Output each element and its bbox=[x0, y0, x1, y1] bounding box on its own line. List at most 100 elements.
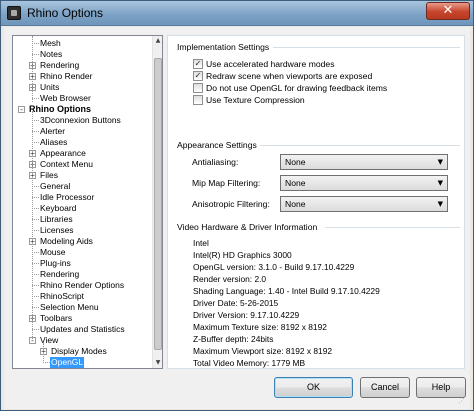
tree-scrollbar[interactable]: ▲ ▼ bbox=[152, 36, 162, 368]
tree-item-rendering[interactable]: + Rendering bbox=[13, 60, 153, 71]
antialiasing-label: Antialiasing: bbox=[192, 157, 239, 167]
checkbox[interactable] bbox=[193, 83, 203, 93]
tree-item-units[interactable]: + Units bbox=[13, 82, 153, 93]
tree-item-label: Display Modes bbox=[51, 346, 107, 356]
tree-item-aliases[interactable]: Aliases bbox=[13, 137, 153, 148]
tree-guide-line bbox=[43, 343, 44, 361]
dialog-client-area: Mesh Notes + Rendering + Rhino Render + Units We… bbox=[4, 27, 470, 409]
section-divider bbox=[273, 47, 460, 48]
tree-connector bbox=[32, 186, 39, 187]
video-hardware-heading: Video Hardware & Driver Information bbox=[177, 222, 318, 232]
tree-item-rhino-options[interactable]: - Rhino Options bbox=[13, 104, 153, 115]
tree-item-appearance[interactable]: + Appearance bbox=[13, 148, 153, 159]
tree-item-label: Context Menu bbox=[40, 159, 93, 169]
info-renderer: Intel(R) HD Graphics 3000 bbox=[193, 250, 292, 260]
tree-connector bbox=[32, 131, 39, 132]
tree-connector bbox=[32, 230, 39, 231]
rhino-app-icon bbox=[7, 6, 21, 20]
info-shading-language: Shading Language: 1.40 - Intel Build 9.1… bbox=[193, 286, 380, 296]
tree-item-licenses[interactable]: Licenses bbox=[13, 225, 153, 236]
tree-item-context-menu[interactable]: + Context Menu bbox=[13, 159, 153, 170]
tree-item-idle-processor[interactable]: Idle Processor bbox=[13, 192, 153, 203]
tree-item-alerter[interactable]: Alerter bbox=[13, 126, 153, 137]
tree-guide-line bbox=[32, 111, 33, 339]
tree-item-label: OpenGL bbox=[50, 357, 85, 368]
window-title: Rhino Options bbox=[27, 6, 104, 20]
cancel-button[interactable]: Cancel bbox=[360, 377, 410, 398]
tree-connector bbox=[32, 120, 39, 121]
info-driver-version: Driver Version: 9.17.10.4229 bbox=[193, 310, 300, 320]
tree-item-notes[interactable]: Notes bbox=[13, 49, 153, 60]
tree-item-label: Notes bbox=[40, 49, 63, 59]
tree-item-label: Mouse bbox=[40, 247, 66, 257]
tree-item-mouse[interactable]: Mouse bbox=[13, 247, 153, 258]
appearance-settings-heading: Appearance Settings bbox=[177, 140, 257, 150]
tree-item-toolbars[interactable]: + Toolbars bbox=[13, 313, 153, 324]
tree-item-web-browser[interactable]: Web Browser bbox=[13, 93, 153, 104]
resize-grip-icon[interactable]: ⋰ bbox=[458, 397, 468, 407]
close-button[interactable]: ✕ bbox=[426, 2, 470, 20]
info-opengl-version: OpenGL version: 3.1.0 - Build 9.17.10.42… bbox=[193, 262, 355, 272]
tree-item-rhinoscript[interactable]: RhinoScript bbox=[13, 291, 153, 302]
checkbox[interactable]: ✓ bbox=[193, 59, 203, 69]
tree-item-selection-menu[interactable]: Selection Menu bbox=[13, 302, 153, 313]
antialiasing-select[interactable]: None ▼ bbox=[280, 154, 448, 170]
title-bar[interactable]: Rhino Options ✕ bbox=[1, 1, 473, 26]
dropdown-arrow-icon: ▼ bbox=[437, 200, 443, 208]
tree-connector bbox=[32, 307, 39, 308]
checkbox-label: Do not use OpenGL for drawing feedback i… bbox=[206, 83, 388, 93]
info-video-memory: Total Video Memory: 1779 MB bbox=[193, 358, 306, 368]
tree-item-label: Rhino Render Options bbox=[40, 280, 125, 290]
tree-item-label: Updates and Statistics bbox=[40, 324, 125, 334]
tree-item-updates-and-statistics[interactable]: Updates and Statistics bbox=[13, 324, 153, 335]
tree-item-label: RhinoScript bbox=[40, 291, 84, 301]
tree-item-keyboard[interactable]: Keyboard bbox=[13, 203, 153, 214]
tree-connector bbox=[32, 142, 39, 143]
tree-connector bbox=[32, 98, 39, 99]
tree-item-label: Mesh bbox=[40, 38, 61, 48]
tree-item-label: Toolbars bbox=[40, 313, 73, 323]
selected-value: None bbox=[285, 178, 306, 188]
anisotropic-label: Anisotropic Filtering: bbox=[192, 199, 270, 209]
tree-item-label: Keyboard bbox=[40, 203, 77, 213]
anisotropic-select[interactable]: None ▼ bbox=[280, 196, 448, 212]
tree-connector bbox=[32, 274, 39, 275]
tree-item-display-modes[interactable]: + Display Modes bbox=[13, 346, 153, 357]
tree-item-general[interactable]: General bbox=[13, 181, 153, 192]
tree-item-rendering[interactable]: Rendering bbox=[13, 269, 153, 280]
scroll-thumb[interactable] bbox=[154, 58, 162, 350]
tree-item-3dconnexion-buttons[interactable]: 3Dconnexion Buttons bbox=[13, 115, 153, 126]
collapse-icon[interactable]: - bbox=[18, 106, 25, 114]
tree-item-libraries[interactable]: Libraries bbox=[13, 214, 153, 225]
tree-item-label: Web Browser bbox=[40, 93, 91, 103]
tree-connector bbox=[32, 208, 39, 209]
tree-item-files[interactable]: + Files bbox=[13, 170, 153, 181]
tree-item-rhino-render[interactable]: + Rhino Render bbox=[13, 71, 153, 82]
tree-connector bbox=[43, 362, 50, 363]
section-divider bbox=[260, 145, 460, 146]
checkbox[interactable] bbox=[193, 95, 203, 105]
tree-item-label: Appearance bbox=[40, 148, 86, 158]
checkbox[interactable]: ✓ bbox=[193, 71, 203, 81]
tree-item-label: Rhino Options bbox=[29, 104, 91, 114]
info-render-version: Render version: 2.0 bbox=[193, 274, 267, 284]
tree-item-label: Plug-ins bbox=[40, 258, 71, 268]
tree-item-modeling-aids[interactable]: + Modeling Aids bbox=[13, 236, 153, 247]
info-zbuffer: Z-Buffer depth: 24bits bbox=[193, 334, 274, 344]
tree-item-label: Aliases bbox=[40, 137, 68, 147]
tree-item-plug-ins[interactable]: Plug-ins bbox=[13, 258, 153, 269]
help-button[interactable]: Help bbox=[416, 377, 466, 398]
tree-item-label: Alerter bbox=[40, 126, 66, 136]
tree-item-rhino-render-options[interactable]: Rhino Render Options bbox=[13, 280, 153, 291]
scroll-down-arrow-icon[interactable]: ▼ bbox=[153, 358, 162, 368]
tree-item-mesh[interactable]: Mesh bbox=[13, 38, 153, 49]
ok-button[interactable]: OK bbox=[274, 377, 353, 398]
selected-value: None bbox=[285, 157, 306, 167]
mip-map-select[interactable]: None ▼ bbox=[280, 175, 448, 191]
tree-connector bbox=[32, 54, 39, 55]
tree-item-label: Rendering bbox=[40, 269, 80, 279]
scroll-up-arrow-icon[interactable]: ▲ bbox=[153, 36, 162, 46]
implementation-settings-heading: Implementation Settings bbox=[177, 42, 270, 52]
tree-item-opengl[interactable]: OpenGL bbox=[13, 357, 153, 368]
tree-item-view[interactable]: - View bbox=[13, 335, 153, 346]
